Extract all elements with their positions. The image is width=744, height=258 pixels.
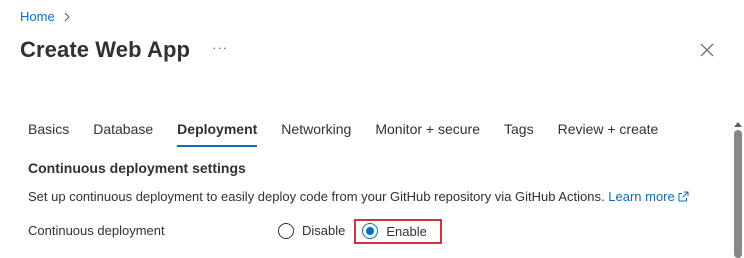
more-options-button[interactable]: ··· xyxy=(212,40,228,55)
vertical-scrollbar[interactable] xyxy=(732,116,744,258)
tab-basics[interactable]: Basics xyxy=(28,121,69,147)
tab-bar: Basics Database Deployment Networking Mo… xyxy=(28,121,682,147)
enable-highlight-box: Enable xyxy=(354,219,442,244)
external-link-icon xyxy=(678,190,689,202)
close-icon xyxy=(700,43,714,57)
scroll-up-arrow-icon[interactable] xyxy=(734,116,742,127)
tab-monitor-secure[interactable]: Monitor + secure xyxy=(375,121,480,147)
chevron-right-icon xyxy=(62,12,72,22)
radio-disable-label: Disable xyxy=(302,223,346,238)
radio-disable[interactable]: Disable xyxy=(278,222,346,239)
section-description: Set up continuous deployment to easily d… xyxy=(28,189,689,204)
scrollbar-thumb[interactable] xyxy=(734,130,742,258)
breadcrumb: Home xyxy=(20,9,72,24)
continuous-deployment-label: Continuous deployment xyxy=(28,223,165,238)
title-row: Create Web App ··· xyxy=(20,37,228,63)
page-title: Create Web App xyxy=(20,37,191,62)
radio-disable-circle[interactable] xyxy=(278,222,294,239)
learn-more-label: Learn more xyxy=(608,189,675,204)
tab-review-create[interactable]: Review + create xyxy=(558,121,659,147)
radio-enable-label: Enable xyxy=(386,223,427,239)
create-web-app-page: Home Create Web App ··· Basics Database … xyxy=(0,0,744,258)
radio-enable-circle[interactable] xyxy=(362,223,379,239)
breadcrumb-home-link[interactable]: Home xyxy=(20,9,55,24)
tab-tags[interactable]: Tags xyxy=(504,121,534,147)
tab-deployment[interactable]: Deployment xyxy=(177,121,258,147)
section-title: Continuous deployment settings xyxy=(28,160,246,176)
tab-database[interactable]: Database xyxy=(93,121,153,147)
close-button[interactable] xyxy=(700,43,714,57)
learn-more-link[interactable]: Learn more xyxy=(608,189,689,204)
continuous-deployment-radio-group: Disable Enable xyxy=(278,218,442,244)
radio-enable[interactable]: Enable xyxy=(362,223,427,239)
tab-networking[interactable]: Networking xyxy=(281,121,351,147)
description-text: Set up continuous deployment to easily d… xyxy=(28,189,605,204)
